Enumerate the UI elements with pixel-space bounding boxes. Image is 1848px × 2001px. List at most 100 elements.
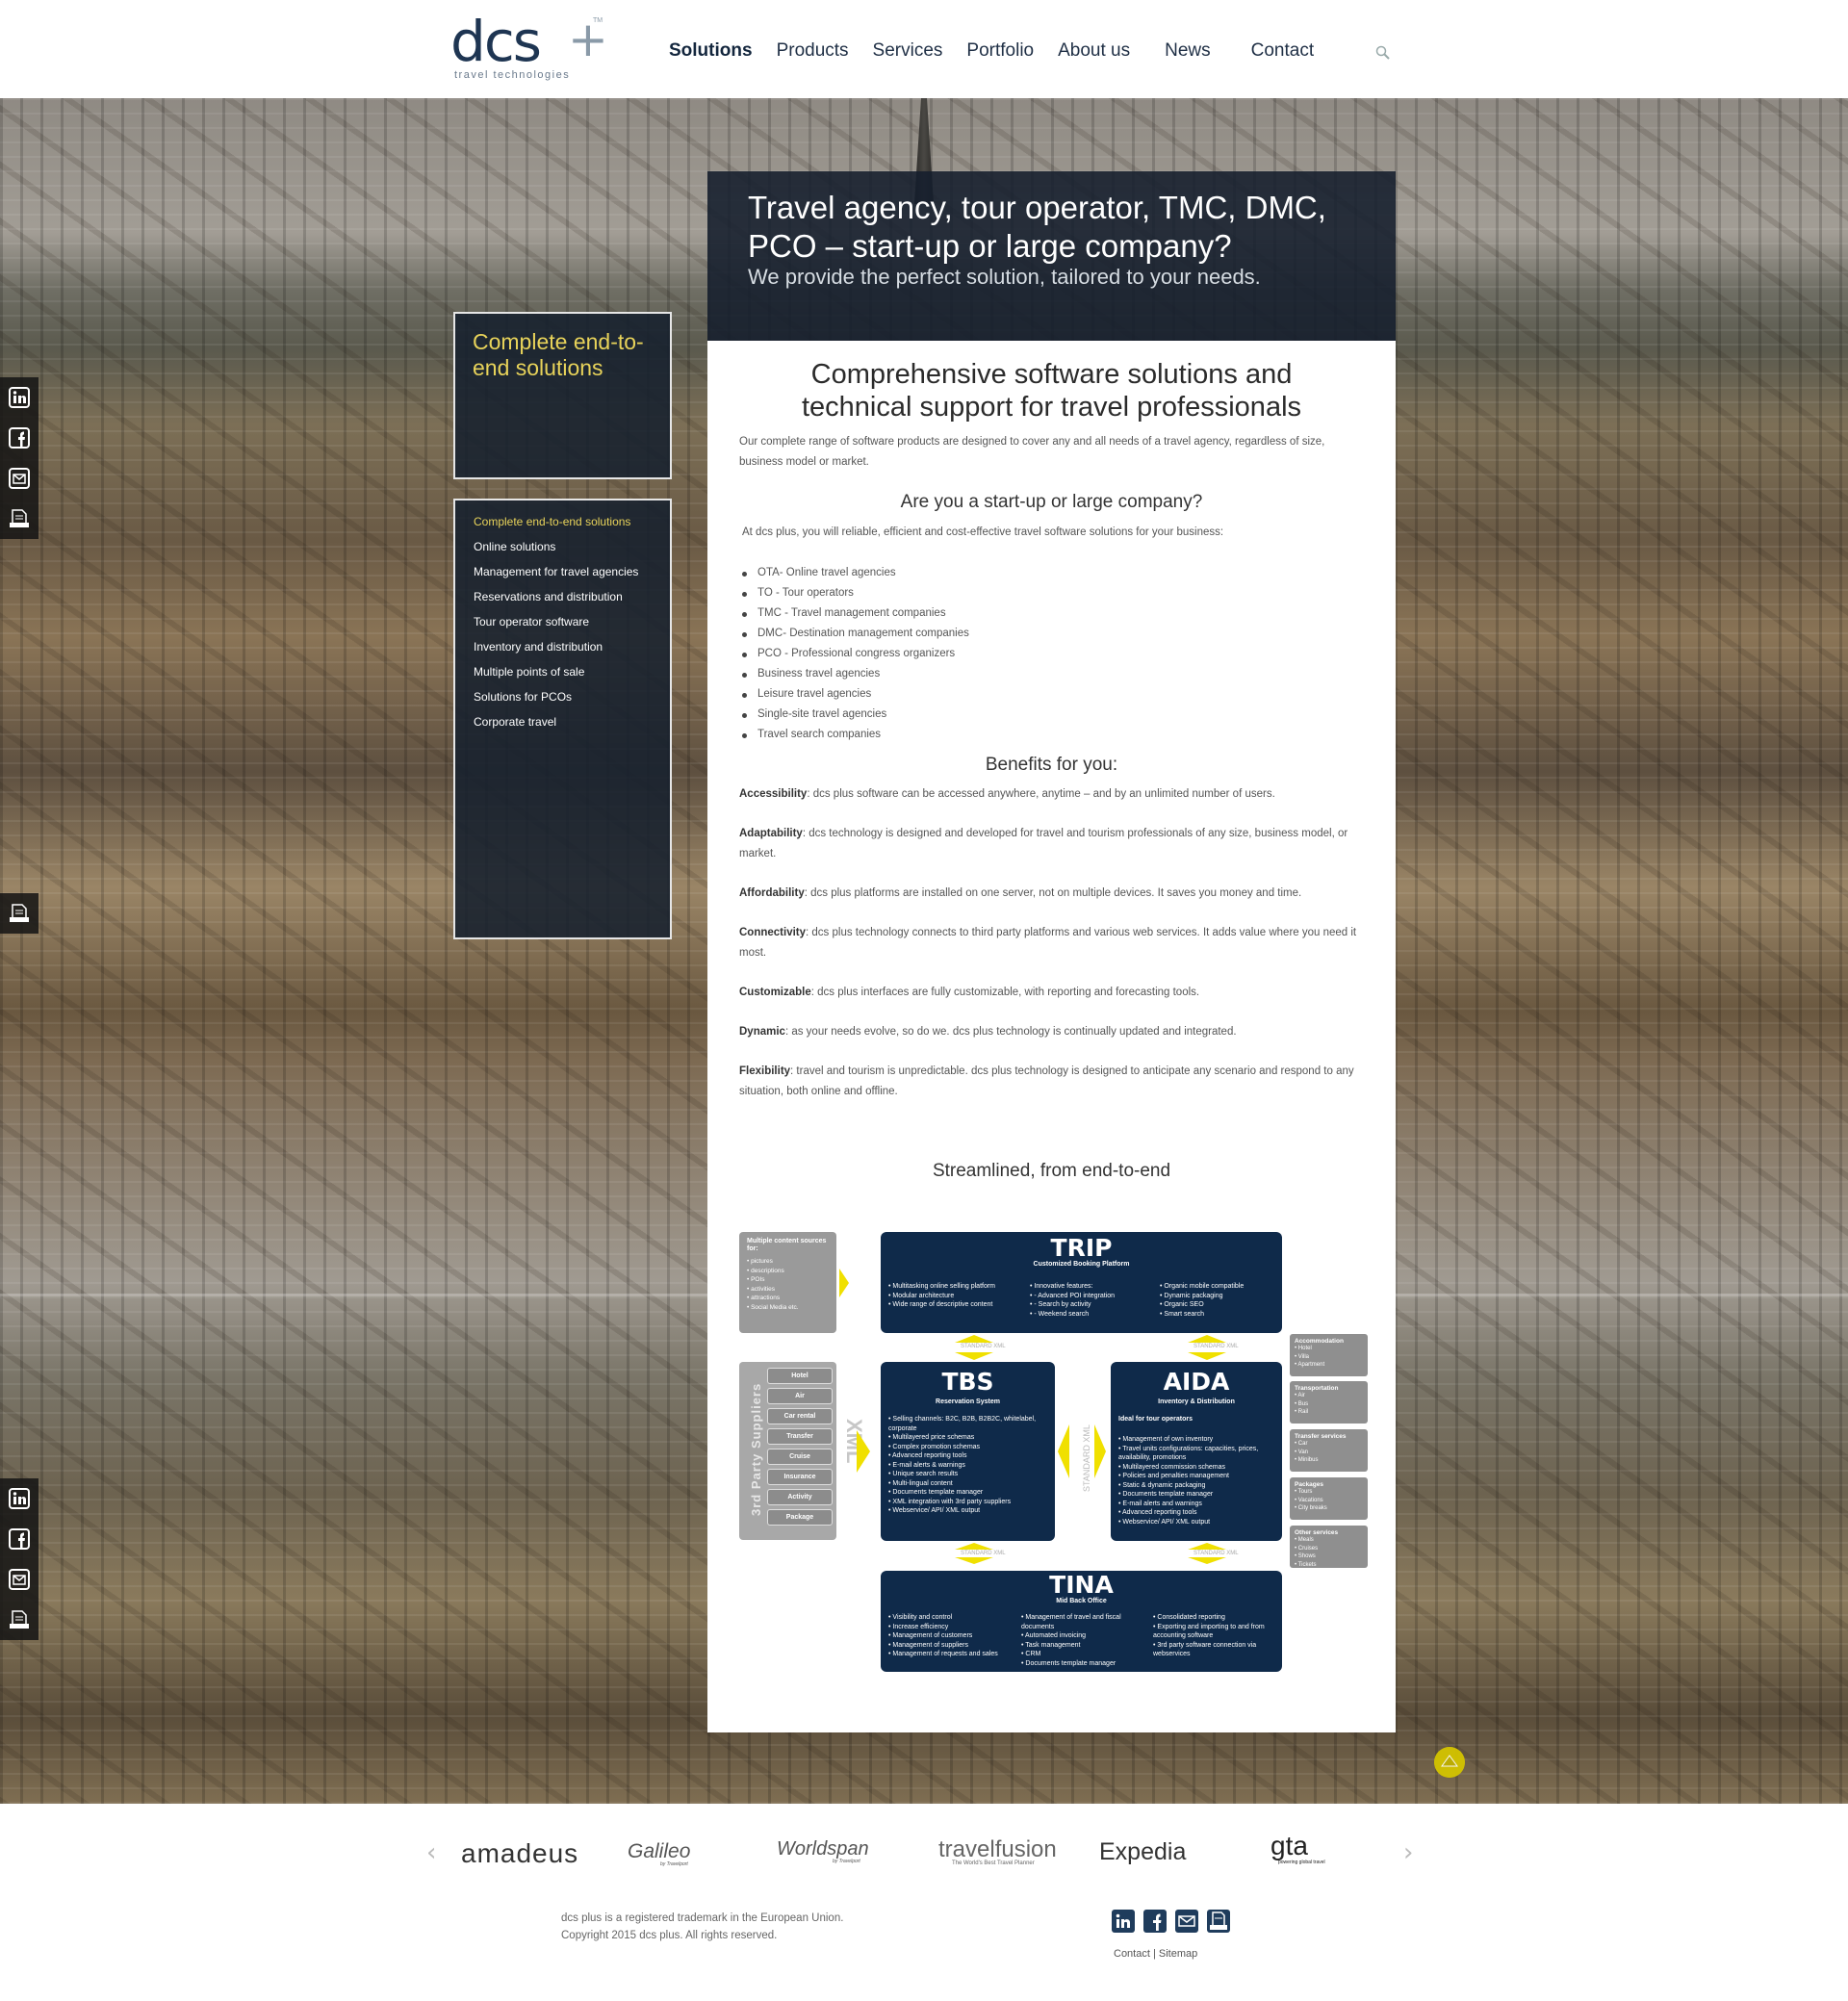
supplier-activity: Activity (767, 1489, 833, 1505)
list-item: Social Media etc. (747, 1303, 829, 1313)
logo[interactable]: dcs + TM travel technologies (450, 13, 614, 83)
partner-tagline: powering global travel (1278, 1860, 1325, 1865)
list-item: Multilayered price schemas (888, 1433, 1050, 1443)
standard-xml-label: STANDARD XML (1082, 1424, 1091, 1492)
trip-subtitle: Customized Booking Platform (1033, 1261, 1130, 1268)
facebook-icon[interactable] (0, 418, 38, 458)
nav-solutions[interactable]: Solutions (669, 40, 753, 62)
linkedin-icon[interactable] (0, 377, 38, 418)
list-item: Modular architecture (888, 1292, 1023, 1301)
list-item: Organic SEO (1160, 1300, 1275, 1310)
list-item: Travel search companies (739, 725, 1124, 745)
footer-link-contact[interactable]: Contact (1114, 1948, 1150, 1960)
benefit-name: Flexibility (739, 1065, 791, 1077)
box-heading: Packages (1295, 1481, 1323, 1488)
list-item: Selling channels: B2C, B2B, B2B2C, white… (888, 1415, 1050, 1433)
accommodation-box: Accommodation HotelVillaApartment (1290, 1334, 1368, 1376)
aida-title: AIDA (1163, 1368, 1230, 1396)
partner-name: Worldspan (777, 1838, 869, 1860)
search-icon[interactable] (1375, 45, 1391, 61)
linkedin-icon[interactable] (0, 1478, 38, 1519)
sidebar-item-management[interactable]: Management for travel agencies (474, 566, 670, 578)
footer-links: Contact | Sitemap (1114, 1948, 1197, 1960)
facebook-icon[interactable] (1143, 1910, 1167, 1933)
content-sources-list: pictures descriptions POIs activities at… (747, 1257, 829, 1312)
trip-features-3: Organic mobile compatible Dynamic packag… (1160, 1282, 1275, 1319)
list-item: Visibility and control (888, 1613, 1014, 1623)
chevron-right-icon[interactable]: › (1403, 1838, 1413, 1867)
intro-text: Our complete range of software products … (739, 436, 1325, 468)
list-item: Management of travel and fiscal document… (1021, 1613, 1146, 1631)
list-item: OTA- Online travel agencies (739, 563, 1124, 583)
box-heading: Transfer services (1295, 1433, 1347, 1440)
nav-products[interactable]: Products (777, 40, 849, 62)
partner-worldspan[interactable]: Worldspan by Travelport (777, 1838, 869, 1864)
arrow-up-icon[interactable] (1434, 1747, 1465, 1778)
box-list: MealsCruisesShowsTickets (1295, 1536, 1363, 1569)
sidebar-item-complete-solutions[interactable]: Complete end-to-end solutions (474, 516, 670, 528)
sidebar-item-inventory[interactable]: Inventory and distribution (474, 641, 670, 654)
suppliers-box: 3rd Party Suppliers Hotel Air Car rental… (739, 1362, 836, 1540)
supplier-transfer: Transfer (767, 1428, 833, 1445)
page-title: Comprehensive software solutions and tec… (801, 359, 1302, 423)
hero-title: Travel agency, tour operator, TMC, DMC, … (748, 190, 1326, 264)
list-item: Documents template manager (1118, 1490, 1277, 1500)
list-item: Multilayered commission schemas (1118, 1463, 1277, 1473)
benefit-name: Dynamic (739, 1026, 785, 1038)
benefit-connectivity: Connectivity: dcs plus technology connec… (739, 923, 1365, 963)
trip-box: TRIP Customized Booking Platform Multita… (881, 1232, 1282, 1333)
partner-galileo[interactable]: Galileo by Travelport (628, 1840, 690, 1867)
sidebar-item-points-of-sale[interactable]: Multiple points of sale (474, 666, 670, 679)
newsletter-icon[interactable] (0, 1600, 38, 1640)
box-heading: Transportation (1295, 1385, 1339, 1392)
partner-gta[interactable]: gta powering global travel (1270, 1831, 1325, 1865)
partner-name: gta (1270, 1831, 1308, 1860)
chevron-left-icon[interactable]: ‹ (426, 1838, 436, 1867)
list-item: Cruises (1295, 1545, 1363, 1553)
newsletter-icon[interactable] (1207, 1910, 1230, 1933)
list-item: Meals (1295, 1536, 1363, 1545)
list-item: Multitasking online selling platform (888, 1282, 1023, 1292)
sidebar-item-online-solutions[interactable]: Online solutions (474, 541, 670, 553)
newsletter-icon[interactable] (0, 893, 38, 934)
mail-icon[interactable] (0, 458, 38, 499)
newsletter-icon[interactable] (0, 499, 38, 539)
logo-text: dcs (450, 9, 542, 74)
tina-title: TINA (1049, 1571, 1114, 1599)
linkedin-icon[interactable] (1112, 1910, 1135, 1933)
nav-news[interactable]: News (1165, 40, 1211, 62)
social-bar-top (0, 377, 38, 539)
list-item: Minibus (1295, 1456, 1363, 1465)
benefit-affordability: Affordability: dcs plus platforms are in… (739, 884, 1365, 904)
partner-amadeus[interactable]: amadeus (461, 1838, 578, 1869)
content-sources-heading: Multiple content sources for: (747, 1238, 827, 1252)
footer-link-sitemap[interactable]: Sitemap (1159, 1948, 1197, 1960)
nav-contact[interactable]: Contact (1251, 40, 1314, 62)
nav-about-us[interactable]: About us (1058, 40, 1130, 62)
sidebar-item-corporate[interactable]: Corporate travel (474, 716, 670, 729)
aida-tagline: Ideal for tour operators (1118, 1416, 1194, 1423)
list-item: Management of suppliers (888, 1641, 1014, 1651)
hero-subtitle: We provide the perfect solution, tailore… (748, 265, 1261, 289)
main-content: Comprehensive software solutions and tec… (707, 341, 1396, 1732)
list-item: Unique search results (888, 1470, 1050, 1479)
trip-features-1: Multitasking online selling platform Mod… (888, 1282, 1023, 1310)
mail-icon[interactable] (1175, 1910, 1198, 1933)
facebook-icon[interactable] (0, 1519, 38, 1559)
sidebar-item-reservations[interactable]: Reservations and distribution (474, 591, 670, 603)
partner-travelfusion[interactable]: travelfusion The World's Best Travel Plan… (938, 1836, 1057, 1866)
nav-services[interactable]: Services (873, 40, 943, 62)
mail-icon[interactable] (0, 1559, 38, 1600)
list-item: Smart search (1160, 1310, 1275, 1320)
benefit-accessibility: Accessibility: dcs plus software can be … (739, 784, 1365, 805)
nav-portfolio[interactable]: Portfolio (966, 40, 1034, 62)
sidebar-item-tour-operator[interactable]: Tour operator software (474, 616, 670, 629)
partner-expedia[interactable]: Expedia (1099, 1838, 1186, 1866)
benefit-adaptability: Adaptability: dcs technology is designed… (739, 824, 1365, 864)
list-item: Advanced reporting tools (1118, 1508, 1277, 1518)
arrow-right-icon (839, 1269, 849, 1297)
list-item: Complex promotion schemas (888, 1443, 1050, 1452)
aida-subtitle: Inventory & Distribution (1158, 1398, 1235, 1405)
logo-tagline: travel technologies (454, 69, 571, 81)
sidebar-item-pcos[interactable]: Solutions for PCOs (474, 691, 670, 704)
